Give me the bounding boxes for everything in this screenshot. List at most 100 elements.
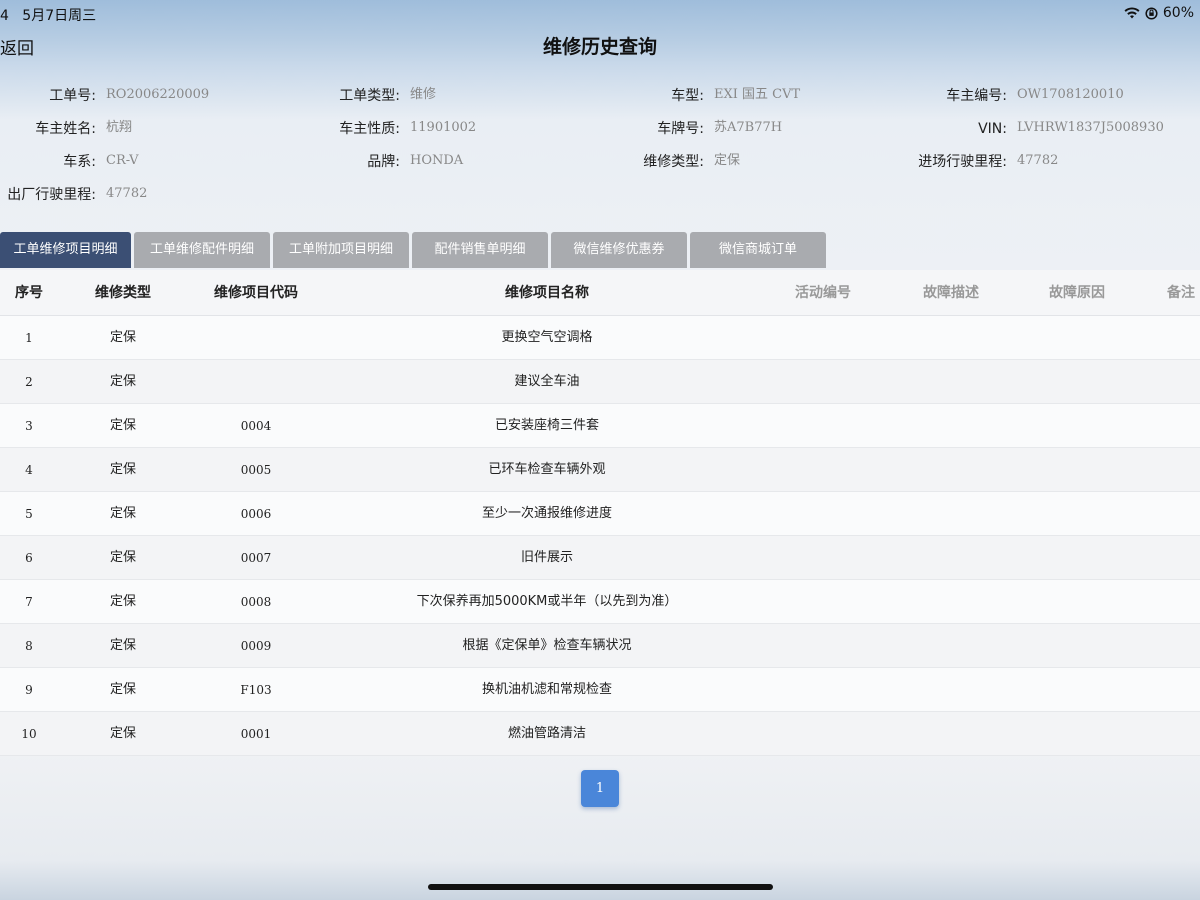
wifi-icon <box>1124 7 1140 19</box>
brand-label-wrap: 品牌: <box>300 150 400 174</box>
nav-bar: 返回 维修历史查询 <box>0 26 1200 66</box>
cell-type: 定保 <box>109 462 136 477</box>
status-bar: 4 5月7日周三 60% <box>0 0 1200 26</box>
in-mileage-value-wrap: 47782 <box>1017 149 1197 173</box>
home-indicator[interactable] <box>428 884 773 890</box>
table-row[interactable]: 5 定保 0006 至少一次通报维修进度 <box>0 492 1200 536</box>
cell-code: F103 <box>240 683 272 697</box>
cell-code: 0006 <box>240 507 272 521</box>
table-row[interactable]: 2 定保 建议全车油 <box>0 360 1200 404</box>
repair-type-value: 定保 <box>714 153 741 168</box>
header-type: 维修类型 <box>95 285 151 301</box>
lock-rotation-icon <box>1145 6 1158 20</box>
cell-no: 8 <box>25 639 33 653</box>
cell-type: 定保 <box>109 682 136 697</box>
page-1-button[interactable]: 1 <box>581 770 619 807</box>
repair-type-label: 维修类型: <box>643 154 704 170</box>
status-icons: 60% <box>1124 5 1194 21</box>
plate-no-value: 苏A7B77H <box>714 120 783 135</box>
brand-value: HONDA <box>410 153 464 168</box>
table-row[interactable]: 4 定保 0005 已环车检查车辆外观 <box>0 448 1200 492</box>
cell-name: 换机油机滤和常规检查 <box>481 682 612 697</box>
cell-no: 4 <box>25 463 33 477</box>
brand-label: 品牌: <box>367 154 400 170</box>
in-mileage-label: 进场行驶里程: <box>918 154 1007 170</box>
cell-type: 定保 <box>109 550 136 565</box>
cell-name: 已安装座椅三件套 <box>494 418 599 433</box>
tab-extra-items[interactable]: 工单附加项目明细 <box>273 232 409 268</box>
table-row[interactable]: 8 定保 0009 根据《定保单》检查车辆状况 <box>0 624 1200 668</box>
tab-repair-parts[interactable]: 工单维修配件明细 <box>134 232 270 268</box>
cell-name: 根据《定保单》检查车辆状况 <box>462 638 632 653</box>
table-body: 1 定保 更换空气空调格 2 定保 建议全车油 3 定保 0004 已安装座椅三… <box>0 316 1200 756</box>
owner-no-value-wrap: OW1708120010 <box>1017 83 1197 107</box>
owner-nature-value-wrap: 11901002 <box>410 116 610 140</box>
vin-value-wrap: LVHRW1837J5008930 <box>1017 116 1197 140</box>
out-mileage-label: 出厂行驶里程: <box>7 187 96 203</box>
battery-percent: 60% <box>1162 5 1194 21</box>
owner-no-value: OW1708120010 <box>1017 87 1124 102</box>
order-type-value-wrap: 维修 <box>410 83 610 107</box>
cell-type: 定保 <box>109 506 136 521</box>
cell-code <box>188 360 324 404</box>
tab-parts-sales[interactable]: 配件销售单明细 <box>412 232 548 268</box>
in-mileage-value: 47782 <box>1017 153 1059 168</box>
cell-name: 至少一次通报维修进度 <box>481 506 612 521</box>
order-type-label: 工单类型: <box>339 88 400 104</box>
cell-type: 定保 <box>109 726 136 741</box>
table-row[interactable]: 1 定保 更换空气空调格 <box>0 316 1200 360</box>
page-title: 维修历史查询 <box>542 36 657 58</box>
out-mileage-value: 47782 <box>106 186 148 201</box>
table-row[interactable]: 6 定保 0007 旧件展示 <box>0 536 1200 580</box>
cell-code: 0005 <box>240 463 272 477</box>
out-mileage-value-wrap: 47782 <box>106 182 306 206</box>
series-value: CR-V <box>106 153 139 168</box>
header-activity-no: 活动编号 <box>795 285 851 301</box>
owner-name-value-wrap: 杭翔 <box>106 116 306 140</box>
detail-tabs: 工单维修项目明细 工单维修配件明细 工单附加项目明细 配件销售单明细 微信维修优… <box>0 232 826 268</box>
plate-no-label-wrap: 车牌号: <box>600 117 704 141</box>
table-row[interactable]: 10 定保 0001 燃油管路清洁 <box>0 712 1200 756</box>
out-mileage-label-wrap: 出厂行驶里程: <box>0 183 96 207</box>
vin-label: VIN: <box>978 121 1007 137</box>
table-row[interactable]: 7 定保 0008 下次保养再加5000KM或半年（以先到为准） <box>0 580 1200 624</box>
header-code: 维修项目代码 <box>214 285 298 301</box>
cell-type: 定保 <box>109 418 136 433</box>
status-time-date: 4 5月7日周三 <box>0 5 96 25</box>
vin-label-wrap: VIN: <box>880 117 1007 141</box>
cell-name: 已环车检查车辆外观 <box>488 462 606 477</box>
owner-name-label: 车主姓名: <box>35 121 96 137</box>
header-fault-cause: 故障原因 <box>1049 285 1105 301</box>
cell-name: 旧件展示 <box>520 550 573 565</box>
cell-code: 0001 <box>240 727 272 741</box>
tab-wechat-coupons[interactable]: 微信维修优惠券 <box>551 232 687 268</box>
tab-repair-items[interactable]: 工单维修项目明细 <box>0 232 131 268</box>
cell-code: 0008 <box>240 595 272 609</box>
owner-name-label-wrap: 车主姓名: <box>0 117 96 141</box>
order-type-value: 维修 <box>410 87 437 102</box>
cell-name: 建议全车油 <box>514 374 580 389</box>
cell-no: 7 <box>25 595 33 609</box>
car-model-label-wrap: 车型: <box>600 84 704 108</box>
cell-no: 3 <box>25 419 33 433</box>
cell-code <box>188 316 324 360</box>
status-time: 4 <box>0 8 9 24</box>
in-mileage-label-wrap: 进场行驶里程: <box>880 150 1007 174</box>
cell-no: 9 <box>25 683 33 697</box>
tab-wechat-mall-orders[interactable]: 微信商城订单 <box>690 232 826 268</box>
order-no-value: RO2006220009 <box>106 87 210 102</box>
owner-no-label: 车主编号: <box>946 88 1007 104</box>
car-model-label: 车型: <box>671 88 704 104</box>
cell-no: 2 <box>25 375 33 389</box>
order-no-label-wrap: 工单号: <box>0 84 96 108</box>
table-row[interactable]: 9 定保 F103 换机油机滤和常规检查 <box>0 668 1200 712</box>
owner-nature-value: 11901002 <box>410 120 477 135</box>
series-label-wrap: 车系: <box>0 150 96 174</box>
vin-value: LVHRW1837J5008930 <box>1017 120 1164 135</box>
owner-name-value: 杭翔 <box>106 120 133 135</box>
header-name: 维修项目名称 <box>505 285 589 301</box>
cell-no: 6 <box>25 551 33 565</box>
plate-no-label: 车牌号: <box>657 121 704 137</box>
table-row[interactable]: 3 定保 0004 已安装座椅三件套 <box>0 404 1200 448</box>
repair-items-table: 序号 维修类型 维修项目代码 维修项目名称 活动编号 故障描述 故障原因 备注 … <box>0 270 1200 756</box>
